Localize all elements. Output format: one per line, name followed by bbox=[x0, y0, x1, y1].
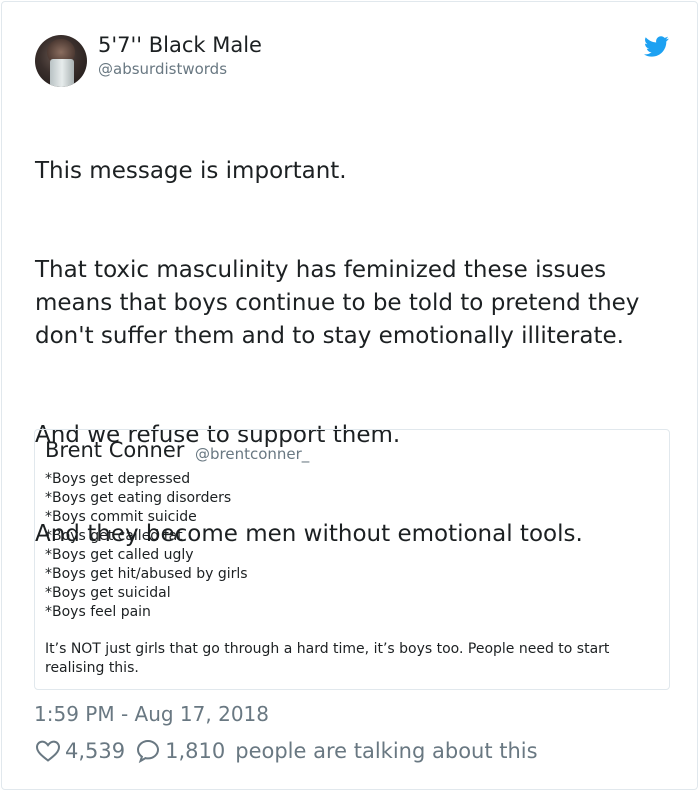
tweet-timestamp[interactable]: 1:59 PM - Aug 17, 2018 bbox=[34, 702, 269, 726]
quoted-footer-text: It’s NOT just girls that go through a ha… bbox=[45, 641, 610, 676]
tweet-paragraph: That toxic masculinity has feminized the… bbox=[35, 257, 640, 349]
speech-bubble-icon[interactable] bbox=[135, 738, 161, 764]
quoted-author-handle[interactable]: @brentconner_ bbox=[195, 445, 309, 463]
avatar[interactable] bbox=[35, 35, 87, 87]
list-item: *Boys get called ugly bbox=[45, 547, 194, 563]
list-item: *Boys feel pain bbox=[45, 604, 151, 620]
list-item: *Boys get eating disorders bbox=[45, 490, 232, 506]
tweet-card: 5'7'' Black Male @absurdistwords This me… bbox=[1, 1, 698, 790]
tweet-actions: 4,539 1,810 people are talking about thi… bbox=[35, 737, 538, 765]
talking-label[interactable]: people are talking about this bbox=[235, 739, 537, 763]
quoted-author-name[interactable]: Brent Conner bbox=[45, 438, 184, 462]
tweet-paragraph: This message is important. bbox=[35, 158, 347, 184]
list-item: *Boys get hit/abused by girls bbox=[45, 566, 248, 582]
quoted-tweet[interactable]: Brent Conner @brentconner_ *Boys get dep… bbox=[34, 429, 670, 690]
heart-outline-icon[interactable] bbox=[35, 739, 61, 763]
list-item: *Boys commit suicide bbox=[45, 509, 197, 525]
author-handle[interactable]: @absurdistwords bbox=[98, 60, 227, 78]
avatar-mug bbox=[50, 59, 74, 87]
list-item: *Boys get depressed bbox=[45, 471, 191, 487]
author-display-name[interactable]: 5'7'' Black Male bbox=[98, 33, 262, 57]
list-item: *Boys get suicidal bbox=[45, 585, 171, 601]
reply-count[interactable]: 1,810 bbox=[165, 739, 225, 763]
twitter-bird-icon[interactable] bbox=[644, 36, 669, 57]
like-count[interactable]: 4,539 bbox=[65, 739, 125, 763]
list-item: *Boys get called fat bbox=[45, 528, 183, 544]
quoted-list: *Boys get depressed *Boys get eating dis… bbox=[45, 470, 248, 622]
